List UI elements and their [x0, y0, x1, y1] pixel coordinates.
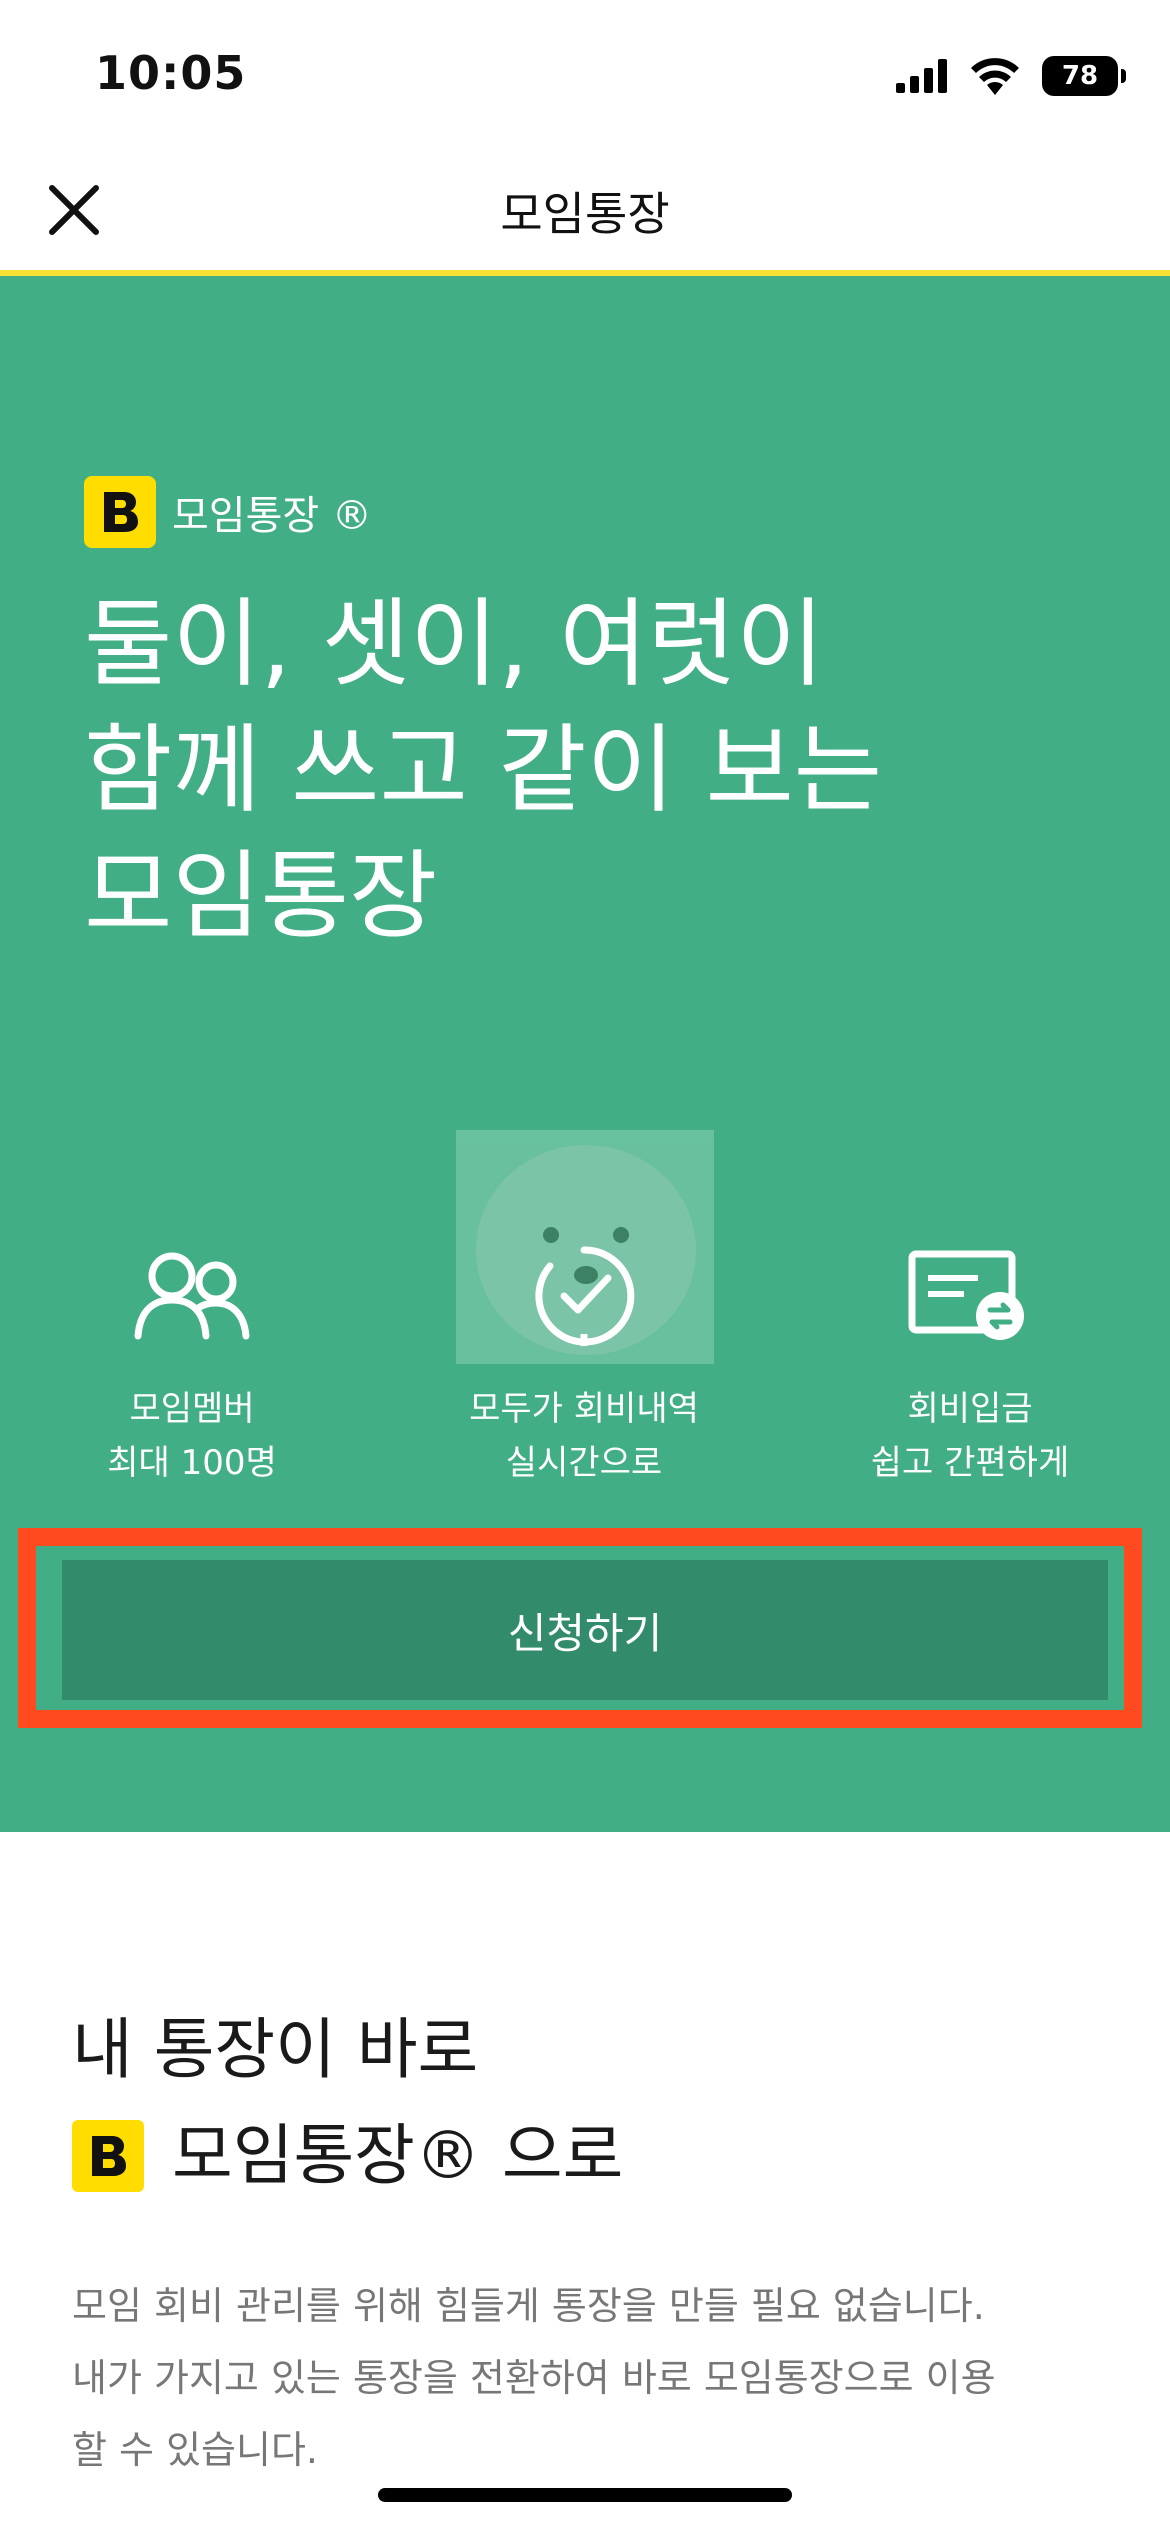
feature-label: 모임멤버	[129, 1389, 255, 1429]
feature-label: 모두가 회비내역	[469, 1389, 699, 1429]
section-title-line: 모임통장® 으로	[172, 2117, 624, 2194]
section-title: 내 통장이 바로 모임통장® 으로	[72, 2000, 1102, 2206]
description-line: 모임 회비 관리를 위해 힘들게 통장을 만들 필요 없습니다.	[72, 2284, 985, 2328]
nav-bar: 모임통장	[0, 150, 1170, 276]
two-people-icon	[134, 1252, 250, 1340]
feature-label: 최대 100명	[107, 1443, 277, 1483]
check-circle-icon	[535, 1246, 635, 1346]
feature-label: 회비입금	[907, 1389, 1033, 1429]
headline-line: 함께 쓰고 같이 보는	[84, 714, 883, 826]
feature-list: 모임멤버 최대 100명 모두가 회비내역 실시간으로 회비입금 쉽고 간편하게	[0, 1236, 1170, 1483]
feature-deposit: 회비입금 쉽고 간편하게	[780, 1236, 1160, 1490]
cellular-signal-icon	[896, 59, 947, 93]
description-line: 할 수 있습니다.	[72, 2428, 318, 2472]
description-line: 내가 가지고 있는 통장을 전환하여 바로 모임통장으로 이용	[72, 2356, 996, 2400]
page-title: 모임통장	[500, 187, 670, 241]
brand-row: 모임통장 ®	[84, 476, 372, 548]
feature-members: 모임멤버 최대 100명	[2, 1236, 382, 1490]
info-section: 내 통장이 바로 모임통장® 으로 모임 회비 관리를 위해 힘들게 통장을 만…	[72, 2000, 1102, 2486]
headline-line: 둘이, 셋이, 여럿이	[84, 588, 825, 700]
feature-label: 쉽고 간편하게	[870, 1443, 1070, 1483]
apply-button[interactable]: 신청하기	[62, 1560, 1108, 1700]
hero-banner: 모임통장 ® 둘이, 셋이, 여럿이 함께 쓰고 같이 보는 모임통장 모임멤버…	[0, 276, 1170, 1832]
status-time: 10:05	[95, 46, 247, 100]
headline-line: 모임통장	[84, 840, 438, 952]
feature-realtime: 모두가 회비내역 실시간으로	[394, 1236, 774, 1490]
section-description: 모임 회비 관리를 위해 힘들게 통장을 만들 필요 없습니다. 내가 가지고 …	[72, 2270, 1102, 2486]
wifi-icon	[971, 58, 1019, 95]
brand-name: 모임통장 ®	[172, 493, 372, 539]
section-title-line: 내 통장이 바로	[72, 2011, 479, 2088]
status-bar: 10:05 78	[0, 0, 1170, 150]
home-indicator	[378, 2488, 792, 2502]
hero-headline: 둘이, 셋이, 여럿이 함께 쓰고 같이 보는 모임통장	[84, 581, 1084, 959]
brand-logo	[84, 476, 156, 548]
b-logo-icon	[92, 2136, 126, 2176]
status-icons: 78	[896, 52, 1126, 100]
feature-label: 실시간으로	[505, 1443, 663, 1483]
battery-level: 78	[1061, 61, 1099, 91]
battery-icon: 78	[1042, 56, 1126, 96]
b-logo-icon	[104, 492, 138, 532]
brand-logo-small	[72, 2120, 144, 2192]
card-transfer-icon	[908, 1250, 1024, 1340]
